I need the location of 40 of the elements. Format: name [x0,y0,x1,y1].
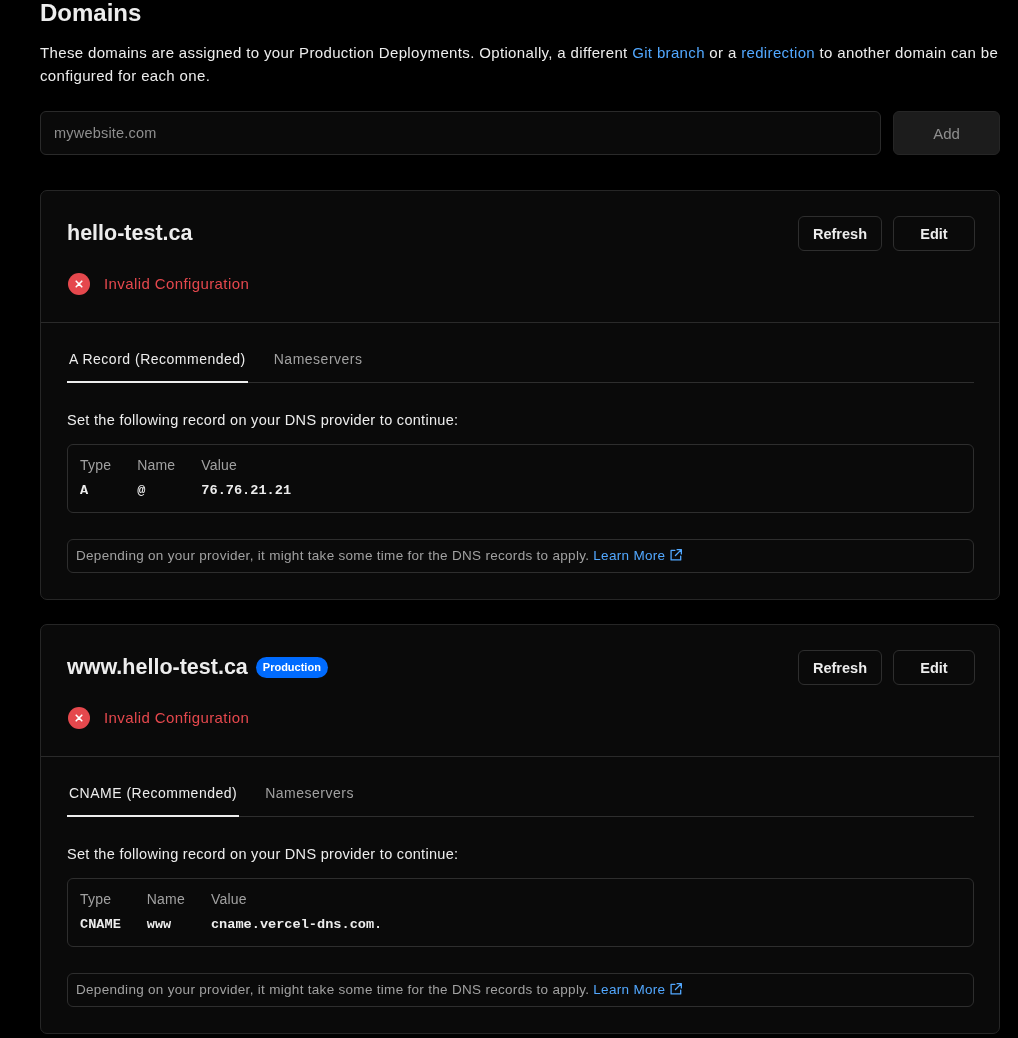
description-text: These domains are assigned to your Production Deployments. Optionally, a different Git branch or a redirection to another domain can be configured for each one. [40,43,1000,86]
table-cell-text: 76.76.21.21 [201,482,293,500]
column-header: Value [210,890,248,909]
tab[interactable]: A Record (Recommended) [67,337,248,383]
refresh-button[interactable]: Refresh [798,650,882,685]
table-cell-text: CNAME [80,916,121,934]
instruction-text: Set the following record on your DNS provider to continue: [67,411,460,430]
environment-badge: Production [255,657,328,678]
info-note: Depending on your provider, it might take some time for the DNS records to apply. Learn More [67,539,974,573]
learn-more-link[interactable]: Learn More [593,982,683,997]
cross-circle-icon [68,273,90,295]
tab[interactable]: Nameservers [271,337,365,383]
refresh-button[interactable]: Refresh [798,216,882,251]
domain-input[interactable]: mywebsite.com [40,111,881,155]
edit-button[interactable]: Edit [893,650,975,685]
instruction-text: Set the following record on your DNS provider to continue: [67,845,460,864]
table-cell-text: cname.vercel-dns.com. [210,916,384,934]
domain-name: www.hello-test.ca [67,654,248,681]
status-text: Invalid Configuration [104,274,250,294]
external-link-icon [670,549,683,561]
domain-name: hello-test.ca [67,220,193,247]
status-text: Invalid Configuration [104,708,250,728]
column-header: Name [137,456,176,475]
tab[interactable]: CNAME (Recommended) [67,771,240,817]
inline-link[interactable]: redirection [741,44,816,61]
cross-circle-icon [68,707,90,729]
external-link-icon [670,983,683,995]
table-cell-text: A [80,482,90,500]
column-header: Name [146,890,185,909]
column-header: Type [80,890,113,909]
page-heading: Domains [40,0,143,26]
inline-link[interactable]: Git branch [632,44,705,61]
edit-button[interactable]: Edit [893,216,975,251]
tab[interactable]: Nameservers [263,771,356,817]
column-header: Value [201,456,239,475]
column-header: Type [80,456,112,475]
table-cell-text: www [146,916,173,934]
info-note: Depending on your provider, it might take some time for the DNS records to apply. Learn More [67,973,974,1007]
table-cell-text: @ [137,482,147,500]
learn-more-link[interactable]: Learn More [593,548,683,563]
